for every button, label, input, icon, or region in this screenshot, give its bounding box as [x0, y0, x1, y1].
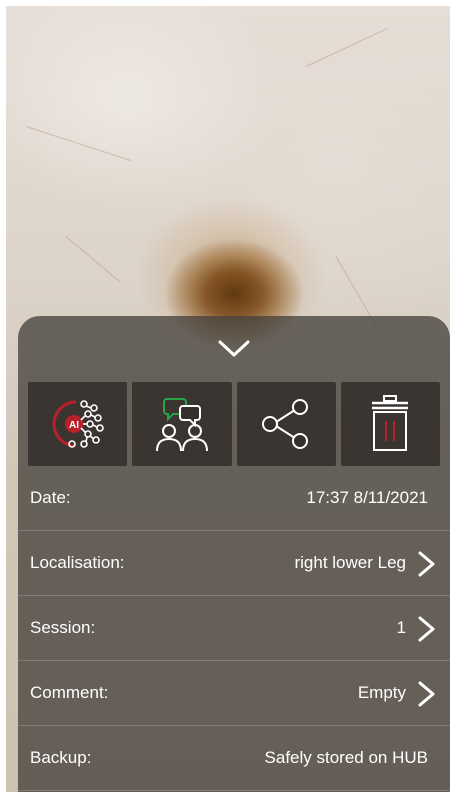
backup-row: Backup: Safely stored on HUB [18, 726, 450, 791]
session-value: 1 [396, 618, 406, 637]
session-label: Session: [30, 618, 96, 637]
localisation-label: Localisation: [30, 553, 125, 572]
screen: AI Date: 17:37 8/11/2021 Localisation: r… [0, 0, 454, 796]
consultation-icon [155, 398, 208, 452]
comment-row[interactable]: Comment: Empty [18, 661, 450, 726]
details-sheet: AI Date: 17:37 8/11/2021 Localisation: r… [18, 316, 450, 792]
date-value: 17:37 8/11/2021 [306, 488, 428, 507]
ai-network-icon: AI [52, 400, 104, 448]
ai-analysis-button[interactable]: AI [28, 382, 128, 466]
action-toolbar: AI [28, 382, 440, 466]
localisation-value: right lower Leg [294, 553, 406, 572]
backup-label: Backup: [30, 748, 92, 767]
date-row: Date: 17:37 8/11/2021 [18, 466, 450, 531]
comment-label: Comment: [30, 683, 109, 702]
chevron-down-icon [218, 340, 250, 357]
details-list: Date: 17:37 8/11/2021 Localisation: righ… [18, 466, 450, 791]
comment-value: Empty [357, 683, 406, 702]
svg-text:AI: AI [69, 420, 79, 431]
chevron-right-icon [418, 681, 435, 707]
chevron-right-icon [418, 551, 435, 577]
consult-button[interactable] [132, 382, 232, 466]
date-label: Date: [30, 488, 71, 507]
session-row[interactable]: Session: 1 [18, 596, 450, 661]
delete-button[interactable] [340, 382, 440, 466]
trash-icon [372, 395, 409, 451]
localisation-row[interactable]: Localisation: right lower Leg [18, 531, 450, 596]
backup-value: Safely stored on HUB [264, 748, 428, 767]
collapse-sheet-button[interactable] [214, 334, 254, 364]
share-button[interactable] [236, 382, 336, 466]
share-icon [262, 399, 309, 449]
chevron-right-icon [418, 616, 435, 642]
